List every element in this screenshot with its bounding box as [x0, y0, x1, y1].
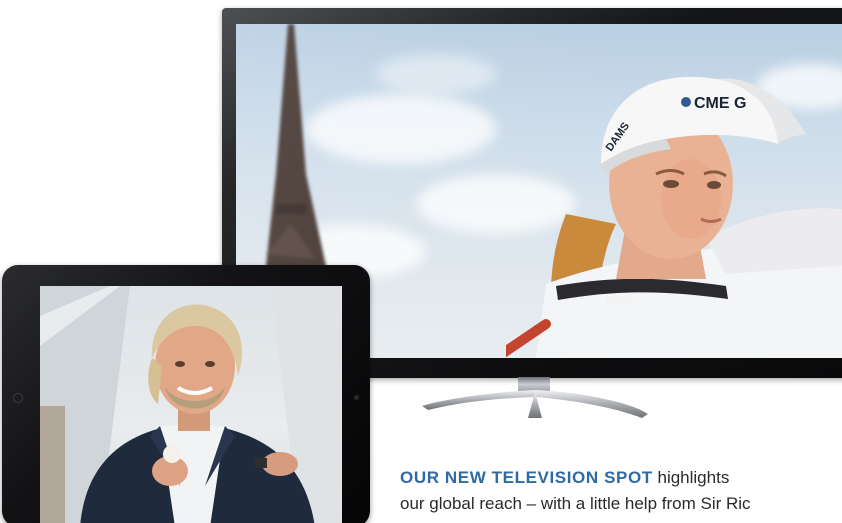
presenter-photo	[40, 286, 342, 523]
caption-line-2: our global reach – with a little help fr…	[400, 494, 751, 513]
caption-line-1-rest: highlights	[652, 468, 730, 487]
caption-headline: OUR NEW TELEVISION SPOT	[400, 468, 653, 487]
caption-line-1: OUR NEW TELEVISION SPOT highlights	[400, 465, 842, 491]
shirt-text: PUKE	[605, 294, 634, 307]
tv-stand-base	[422, 390, 648, 418]
caption-block: OUR NEW TELEVISION SPOT highlights our g…	[400, 465, 842, 517]
home-button	[13, 393, 23, 403]
cloud	[376, 54, 496, 94]
camera-dot	[354, 395, 359, 400]
tablet-screen	[40, 286, 342, 523]
cap-logo-text: CME G	[694, 95, 746, 112]
promo-stage: CME G DAMS PUKE OUR NEW TELEVISION SPOT …	[0, 0, 842, 523]
tablet	[2, 265, 370, 523]
golfer-photo: CME G DAMS PUKE	[506, 76, 842, 358]
